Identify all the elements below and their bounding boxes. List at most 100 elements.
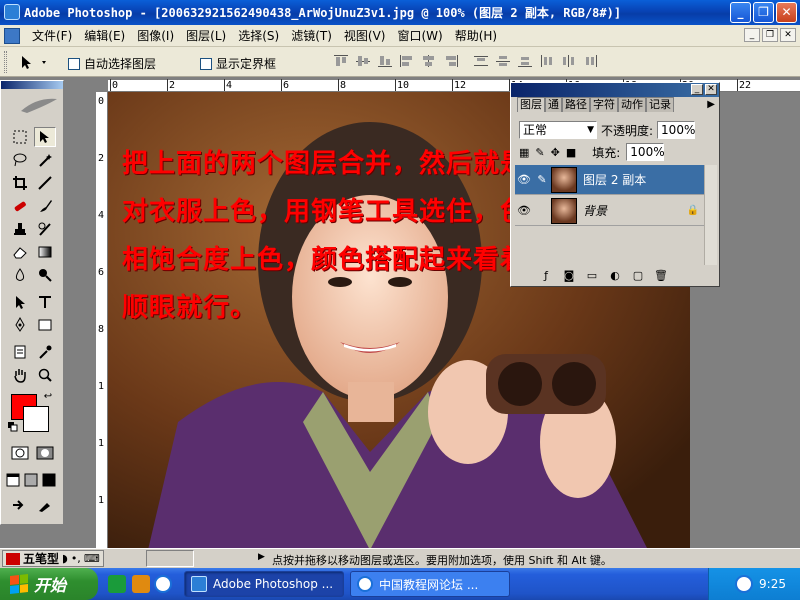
layer-row-layer2-copy[interactable]: 👁 ✎ 图层 2 副本 [515,165,705,195]
menu-edit[interactable]: 编辑(E) [78,28,131,44]
slice-tool-icon[interactable] [34,173,56,193]
dodge-tool-icon[interactable] [34,265,56,285]
layer-style-icon[interactable]: ƒ [539,270,553,282]
layer-name[interactable]: 背景 [583,202,607,219]
default-colors-icon[interactable] [7,421,19,433]
soft-keyboard-icon[interactable]: ⌨ [84,552,100,565]
move-tool-preset-picker[interactable] [14,53,54,71]
move-tool-icon[interactable] [34,127,56,147]
brush-tool-icon[interactable] [34,196,56,216]
distribute-bottom-icon[interactable] [516,53,534,69]
tab-channels[interactable]: 通 [545,97,562,112]
notes-tool-icon[interactable] [9,342,31,362]
panel-close-button[interactable]: ✕ [705,84,717,95]
jump-to-imageready-icon[interactable] [9,495,31,515]
blend-mode-select[interactable]: 正常 ▼ [519,121,597,139]
show-bounding-box-checkbox[interactable]: 显示定界框 [200,55,276,72]
menu-filter[interactable]: 滤镜(T) [285,28,338,44]
marquee-tool-icon[interactable] [9,127,31,147]
pen-tool-icon[interactable] [9,315,31,335]
tools-panel-titlebar[interactable] [1,81,63,89]
screen-mode-full-icon[interactable] [41,470,57,490]
menu-view[interactable]: 视图(V) [338,28,392,44]
half-width-icon[interactable]: ◗ [62,552,68,565]
options-grip[interactable] [4,51,7,73]
new-group-icon[interactable]: ▭ [585,270,599,282]
distribute-left-icon[interactable] [538,53,556,69]
layers-scrollbar[interactable] [704,165,717,265]
lock-position-icon[interactable]: ✥ [551,146,560,159]
path-selection-tool-icon[interactable] [9,292,31,312]
menu-image[interactable]: 图像(I) [131,28,180,44]
new-layer-icon[interactable]: ▢ [631,270,645,282]
screen-mode-full-menu-icon[interactable] [23,470,39,490]
menu-select[interactable]: 选择(S) [232,28,285,44]
document-icon[interactable] [4,28,20,44]
distribute-right-icon[interactable] [582,53,600,69]
doc-minimize-button[interactable]: _ [744,28,760,42]
quicklaunch-ie-icon[interactable] [154,575,172,593]
doc-restore-button[interactable]: ❐ [762,28,778,42]
distribute-vcenter-icon[interactable] [494,53,512,69]
delete-layer-icon[interactable]: 🗑 [654,270,668,282]
eyedropper-tool-icon[interactable] [34,342,56,362]
standard-mode-icon[interactable] [9,443,31,463]
distribute-hcenter-icon[interactable] [560,53,578,69]
ime-toolbar[interactable]: 五笔型 ◗ •, ⌨ [2,550,104,567]
quicklaunch-game-icon[interactable] [132,575,150,593]
align-right-icon[interactable] [442,53,460,69]
lock-all-icon[interactable]: ■ [566,146,576,159]
visibility-eye-icon[interactable]: 👁 [515,204,533,217]
auto-select-layer-checkbox[interactable]: 自动选择图层 [68,55,156,72]
brush-indicator-icon[interactable]: ✎ [533,173,551,186]
gradient-tool-icon[interactable] [34,242,56,262]
menu-file[interactable]: 文件(F) [26,28,78,44]
fill-field[interactable]: 100% [626,143,665,161]
swap-colors-icon[interactable]: ↩ [41,389,55,403]
quick-mask-mode-icon[interactable] [34,443,56,463]
layer-row-background[interactable]: 👁 背景 🔒 [515,196,705,226]
layers-panel-titlebar[interactable]: _ ✕ [511,83,719,97]
restore-button[interactable]: ❐ [753,2,774,23]
healing-brush-tool-icon[interactable] [9,196,31,216]
start-button[interactable]: 开始 [0,568,98,600]
layer-name[interactable]: 图层 2 副本 [583,171,646,188]
checkbox-box[interactable] [200,57,212,70]
checkbox-box[interactable] [68,57,80,70]
close-button[interactable]: ✕ [776,2,797,23]
tab-history[interactable]: 记录 [646,97,674,112]
history-brush-tool-icon[interactable] [34,219,56,239]
blur-tool-icon[interactable] [9,265,31,285]
menu-layer[interactable]: 图层(L) [180,28,232,44]
align-bottom-icon[interactable] [376,53,394,69]
add-mask-icon[interactable]: ◙ [562,270,576,282]
lasso-tool-icon[interactable] [9,150,31,170]
distribute-top-icon[interactable] [472,53,490,69]
panel-menu-arrow-icon[interactable]: ▶ [707,99,715,110]
panel-minimize-button[interactable]: _ [691,84,703,95]
eraser-tool-icon[interactable] [9,242,31,262]
adjustment-layer-icon[interactable]: ◐ [608,270,622,282]
screen-mode-standard-icon[interactable] [5,470,21,490]
lock-transparency-icon[interactable]: ▦ [519,146,529,159]
quicklaunch-network-icon[interactable] [108,575,126,593]
align-left-icon[interactable] [398,53,416,69]
status-arrow-icon[interactable]: ▶ [258,552,265,562]
lock-pixels-icon[interactable]: ✎ [535,146,544,159]
menu-window[interactable]: 窗口(W) [391,28,448,44]
visibility-eye-icon[interactable]: 👁 [515,173,533,186]
background-color-swatch[interactable] [23,406,49,432]
rectangle-tool-icon[interactable] [34,315,56,335]
zoom-field[interactable] [146,550,194,567]
adobe-feather-icon[interactable] [17,95,61,115]
menu-help[interactable]: 帮助(H) [449,28,503,44]
align-top-icon[interactable] [332,53,350,69]
opacity-field[interactable]: 100% [657,121,695,139]
magic-wand-tool-icon[interactable] [34,150,56,170]
hand-tool-icon[interactable] [9,365,31,385]
clone-stamp-tool-icon[interactable] [9,219,31,239]
tab-layers[interactable]: 图层 [517,97,545,112]
punctuation-icon[interactable]: •, [71,552,81,565]
edit-in-imageready-icon[interactable] [34,495,56,515]
task-photoshop[interactable]: Adobe Photoshop ... [184,571,344,597]
